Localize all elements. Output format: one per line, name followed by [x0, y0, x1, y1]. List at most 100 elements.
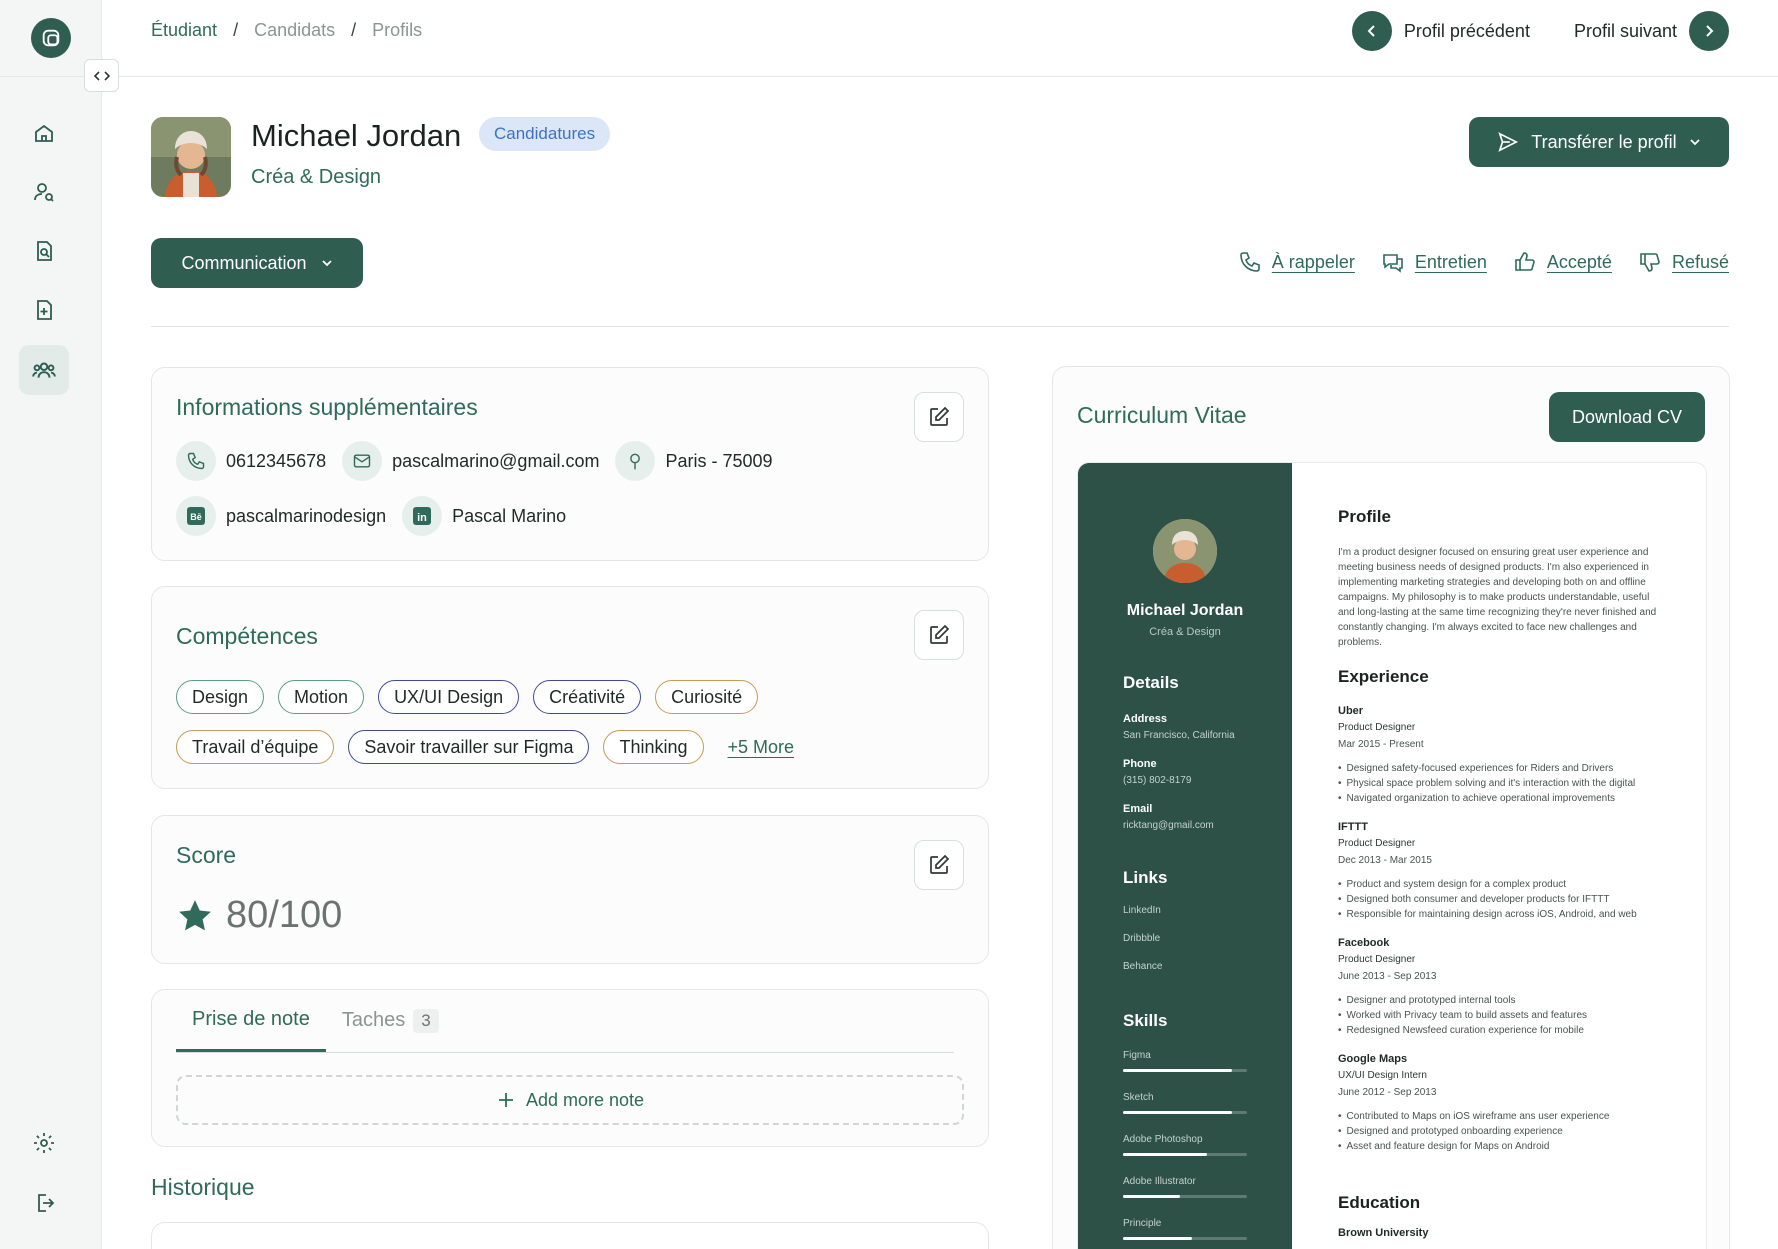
info-card-title: Informations supplémentaires: [176, 394, 478, 420]
add-note-button[interactable]: Add more note: [176, 1075, 964, 1125]
breadcrumb-separator: /: [351, 20, 357, 40]
edit-info-button[interactable]: [914, 392, 964, 442]
home-icon[interactable]: [19, 108, 69, 158]
edit-skills-button[interactable]: [914, 610, 964, 660]
phone-icon: [1239, 252, 1260, 272]
chevron-left-icon: [1367, 25, 1375, 37]
settings-icon[interactable]: [19, 1118, 69, 1168]
score-card: Score 80/100: [151, 815, 989, 964]
cv-exp-bullet: Contributed to Maps on iOS wireframe ans…: [1338, 1109, 1610, 1124]
star-icon: [179, 899, 211, 930]
collapse-sidebar-button[interactable]: [84, 59, 119, 92]
cv-exp-company: Google Maps: [1338, 1053, 1408, 1065]
cv-skills-heading: Skills: [1123, 1011, 1168, 1030]
cv-skill-item: Adobe Illustrator: [1123, 1176, 1247, 1198]
linkedin-item: in Pascal Marino: [402, 496, 566, 536]
cv-skill-bar: [1123, 1237, 1247, 1240]
cv-link[interactable]: Dribbble: [1123, 933, 1160, 944]
breadcrumb-item-etudiant[interactable]: Étudiant: [151, 20, 217, 41]
cv-phone-value: (315) 802-8179: [1123, 775, 1192, 786]
add-note-label: Add more note: [525, 1089, 645, 1110]
send-icon: [1498, 132, 1519, 152]
action-accepted-label: Accepté: [1546, 251, 1612, 272]
skill-chip: Motion: [278, 680, 365, 714]
cv-name: Michael Jordan: [1126, 602, 1244, 619]
cv-exp-dates: Mar 2015 - Present: [1338, 739, 1424, 750]
user-search-icon[interactable]: [19, 167, 69, 217]
cv-exp-company: IFTTT: [1338, 821, 1368, 833]
transfer-profile-button[interactable]: Transférer le profil: [1469, 117, 1729, 167]
transfer-profile-label: Transférer le profil: [1531, 131, 1677, 152]
skills-row-2: Travail d’équipe Savoir travailler sur F…: [176, 730, 794, 764]
cv-skill-item: Figma: [1123, 1050, 1247, 1072]
cv-skill-item: Adobe Photoshop: [1123, 1134, 1247, 1156]
next-profile-button[interactable]: [1689, 11, 1729, 51]
cv-exp-company: Facebook: [1338, 937, 1390, 949]
cv-exp-bullets: Product and system design for a complex …: [1338, 877, 1637, 922]
action-refused[interactable]: Refusé: [1638, 250, 1729, 274]
chat-icon: [1383, 254, 1403, 273]
cv-card: Curriculum Vitae Download CV Michael Jor…: [1052, 366, 1730, 1249]
cv-link[interactable]: Behance: [1123, 961, 1162, 972]
history-title: Historique: [151, 1174, 255, 1200]
cv-email-value: ricktang@gmail.com: [1123, 820, 1214, 831]
edit-score-button[interactable]: [914, 840, 964, 890]
tab-tasks[interactable]: Taches 3: [326, 989, 455, 1052]
cv-profile-heading: Profile: [1338, 507, 1391, 526]
action-call-back[interactable]: À rappeler: [1238, 250, 1355, 274]
email-value: pascalmarino@gmail.com: [392, 450, 600, 471]
logout-icon[interactable]: [19, 1178, 69, 1228]
action-accepted[interactable]: Accepté: [1513, 250, 1612, 274]
svg-text:in: in: [417, 512, 427, 524]
cv-address-label: Address: [1123, 713, 1168, 725]
sidebar: [0, 0, 102, 1249]
breadcrumb-item-candidats[interactable]: Candidats: [254, 20, 335, 41]
cv-exp-bullet: Navigated organization to achieve operat…: [1338, 791, 1635, 806]
cv-skill-name: Figma: [1123, 1050, 1151, 1061]
cv-exp-position: UX/UI Design Intern: [1338, 1070, 1427, 1081]
download-cv-button[interactable]: Download CV: [1549, 392, 1705, 442]
cv-skill-bar-fill: [1123, 1237, 1193, 1240]
previous-profile-button[interactable]: [1351, 11, 1392, 51]
skills-card: Compétences Design Motion UX/UI Design C…: [151, 586, 989, 789]
cv-exp-bullets: Contributed to Maps on iOS wireframe ans…: [1338, 1109, 1610, 1154]
cv-exp-position: Product Designer: [1338, 954, 1416, 965]
history-card: [151, 1222, 989, 1249]
users-group-icon[interactable]: [19, 345, 69, 395]
previous-profile-label[interactable]: Profil précédent: [1404, 21, 1530, 42]
cv-experience-heading: Experience: [1338, 667, 1429, 686]
app-logo[interactable]: [30, 18, 71, 58]
cv-sidebar: Michael Jordan Créa & Design Details Add…: [1078, 463, 1292, 1249]
action-interview-label: Entretien: [1414, 251, 1487, 272]
next-profile-label[interactable]: Profil suivant: [1574, 21, 1677, 42]
cv-skill-bar-fill: [1123, 1111, 1233, 1114]
phone-value: 0612345678: [226, 450, 327, 471]
skill-chip: UX/UI Design: [378, 680, 520, 714]
tab-notes[interactable]: Prise de note: [176, 989, 326, 1052]
linkedin-value[interactable]: Pascal Marino: [452, 506, 566, 527]
more-skills-link[interactable]: +5 More: [728, 737, 795, 758]
cv-exp-bullet: Asset and feature design for Maps on And…: [1338, 1139, 1609, 1154]
tasks-count-badge: 3: [413, 1008, 439, 1033]
cv-skill-name: Adobe Illustrator: [1123, 1176, 1196, 1187]
action-interview[interactable]: Entretien: [1381, 250, 1487, 274]
cv-exp-bullet: Redesigned Newsfeed curation experience …: [1338, 1023, 1587, 1038]
cv-links-heading: Links: [1123, 868, 1168, 887]
chevron-right-icon: [1706, 25, 1714, 37]
cv-link[interactable]: LinkedIn: [1123, 905, 1161, 916]
skill-chip: Design: [176, 680, 265, 714]
cv-skill-bar-fill: [1123, 1069, 1233, 1072]
behance-item: Bē pascalmarinodesign: [176, 496, 386, 536]
svg-text:Bē: Bē: [190, 512, 202, 522]
tab-tasks-label: Taches: [341, 1009, 406, 1031]
cv-exp-bullets: Designer and prototyped internal toolsWo…: [1338, 993, 1587, 1038]
document-search-icon[interactable]: [19, 226, 69, 276]
cv-education-heading: Education: [1338, 1193, 1421, 1212]
category-dropdown[interactable]: Communication: [151, 238, 363, 288]
behance-value[interactable]: pascalmarinodesign: [226, 506, 386, 527]
cv-photo: [1153, 519, 1217, 583]
document-add-icon[interactable]: [19, 285, 69, 335]
mail-icon: [342, 441, 383, 481]
thumbs-up-icon: [1515, 252, 1535, 271]
breadcrumb-item-profils[interactable]: Profils: [372, 20, 422, 41]
